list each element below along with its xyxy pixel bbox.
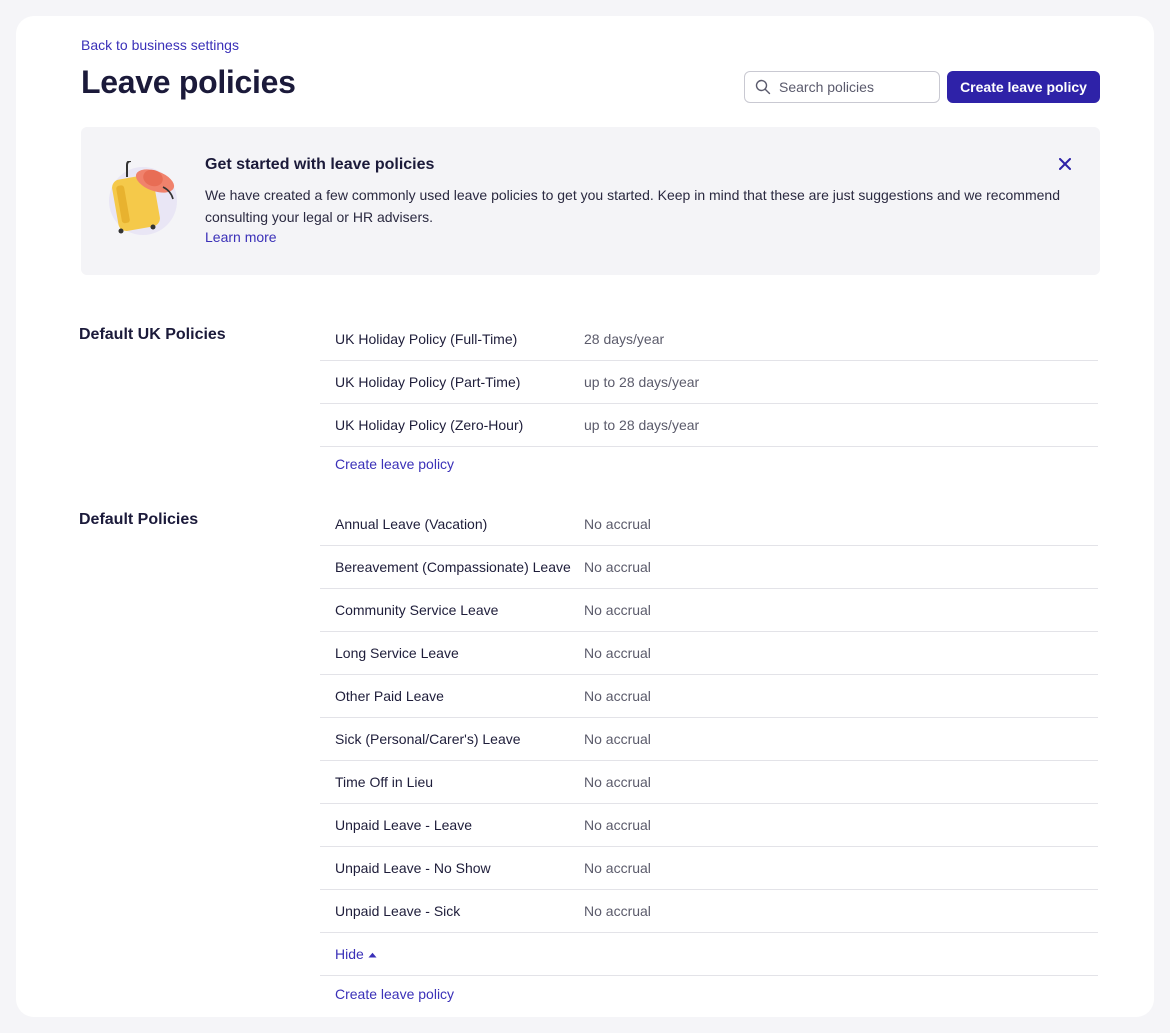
policy-name: Bereavement (Compassionate) Leave — [335, 559, 571, 575]
policy-name: Time Off in Lieu — [335, 774, 434, 790]
policy-name: UK Holiday Policy (Full-Time) — [335, 331, 518, 347]
policy-value: No accrual — [584, 731, 651, 747]
policy-row[interactable]: UK Holiday Policy (Zero-Hour) up to 28 d… — [320, 404, 1098, 447]
policy-name: Annual Leave (Vacation) — [335, 516, 488, 532]
policy-name: Community Service Leave — [335, 602, 499, 618]
policy-value: No accrual — [584, 774, 651, 790]
policy-row[interactable]: Sick (Personal/Carer's) Leave No accrual — [320, 718, 1098, 761]
caret-up-icon — [368, 953, 377, 958]
close-icon[interactable] — [1053, 152, 1077, 176]
policy-row[interactable]: Annual Leave (Vacation) No accrual — [320, 503, 1098, 546]
back-to-business-settings-link[interactable]: Back to business settings — [81, 37, 239, 53]
policy-value: No accrual — [584, 645, 651, 661]
section-title: Default Policies — [79, 511, 199, 528]
create-leave-policy-link[interactable]: Create leave policy — [320, 456, 454, 472]
main-card: Back to business settings Leave policies… — [16, 16, 1154, 1017]
policy-row[interactable]: Long Service Leave No accrual — [320, 632, 1098, 675]
policy-row[interactable]: Bereavement (Compassionate) Leave No acc… — [320, 546, 1098, 589]
policy-name: Unpaid Leave - Leave — [335, 817, 472, 833]
hide-link[interactable]: Hide — [320, 946, 377, 962]
policy-value: up to 28 days/year — [584, 417, 700, 433]
create-leave-policy-button[interactable]: Create leave policy — [947, 71, 1100, 103]
policy-value: No accrual — [584, 860, 651, 876]
policy-name: UK Holiday Policy (Part-Time) — [335, 374, 521, 390]
policy-value: No accrual — [584, 559, 651, 575]
policy-row[interactable]: UK Holiday Policy (Part-Time) up to 28 d… — [320, 361, 1098, 404]
policy-row[interactable]: Unpaid Leave - Leave No accrual — [320, 804, 1098, 847]
banner-title: Get started with leave policies — [205, 156, 435, 173]
policy-name: Sick (Personal/Carer's) Leave — [335, 731, 521, 747]
get-started-banner: Get started with leave policies We have … — [81, 127, 1100, 275]
policy-list: UK Holiday Policy (Full-Time) 28 days/ye… — [320, 318, 1098, 481]
policy-name: UK Holiday Policy (Zero-Hour) — [335, 417, 524, 433]
suitcase-with-hat-illustration — [109, 161, 177, 235]
policy-value: No accrual — [584, 817, 651, 833]
banner-body: We have created a few commonly used leav… — [205, 187, 1060, 225]
create-link-row: Create leave policy — [320, 447, 1098, 481]
policy-value: No accrual — [584, 516, 651, 532]
policy-value: up to 28 days/year — [584, 374, 700, 390]
hide-row: Hide — [320, 933, 1098, 976]
policy-row[interactable]: Other Paid Leave No accrual — [320, 675, 1098, 718]
policy-row[interactable]: Community Service Leave No accrual — [320, 589, 1098, 632]
create-leave-policy-link[interactable]: Create leave policy — [320, 986, 454, 1002]
search-input[interactable] — [777, 78, 931, 96]
policy-row[interactable]: UK Holiday Policy (Full-Time) 28 days/ye… — [320, 318, 1098, 361]
policy-value: No accrual — [584, 602, 651, 618]
policy-row[interactable]: Unpaid Leave - Sick No accrual — [320, 890, 1098, 933]
page-title: Leave policies — [81, 64, 296, 100]
policy-name: Long Service Leave — [335, 645, 459, 661]
policy-list: Annual Leave (Vacation) No accrual Berea… — [320, 503, 1098, 1012]
search-box[interactable] — [744, 71, 940, 103]
section-title: Default UK Policies — [79, 326, 226, 343]
learn-more-link[interactable]: Learn more — [205, 229, 277, 245]
policy-value: No accrual — [584, 688, 651, 704]
policy-name: Unpaid Leave - Sick — [335, 903, 461, 919]
policy-name: Unpaid Leave - No Show — [335, 860, 491, 876]
create-link-row: Create leave policy — [320, 976, 1098, 1012]
policy-value: 28 days/year — [584, 331, 665, 347]
policy-row[interactable]: Unpaid Leave - No Show No accrual — [320, 847, 1098, 890]
policy-row[interactable]: Time Off in Lieu No accrual — [320, 761, 1098, 804]
policy-value: No accrual — [584, 903, 651, 919]
policy-name: Other Paid Leave — [335, 688, 444, 704]
search-icon — [755, 79, 771, 95]
hide-label: Hide — [335, 946, 364, 962]
